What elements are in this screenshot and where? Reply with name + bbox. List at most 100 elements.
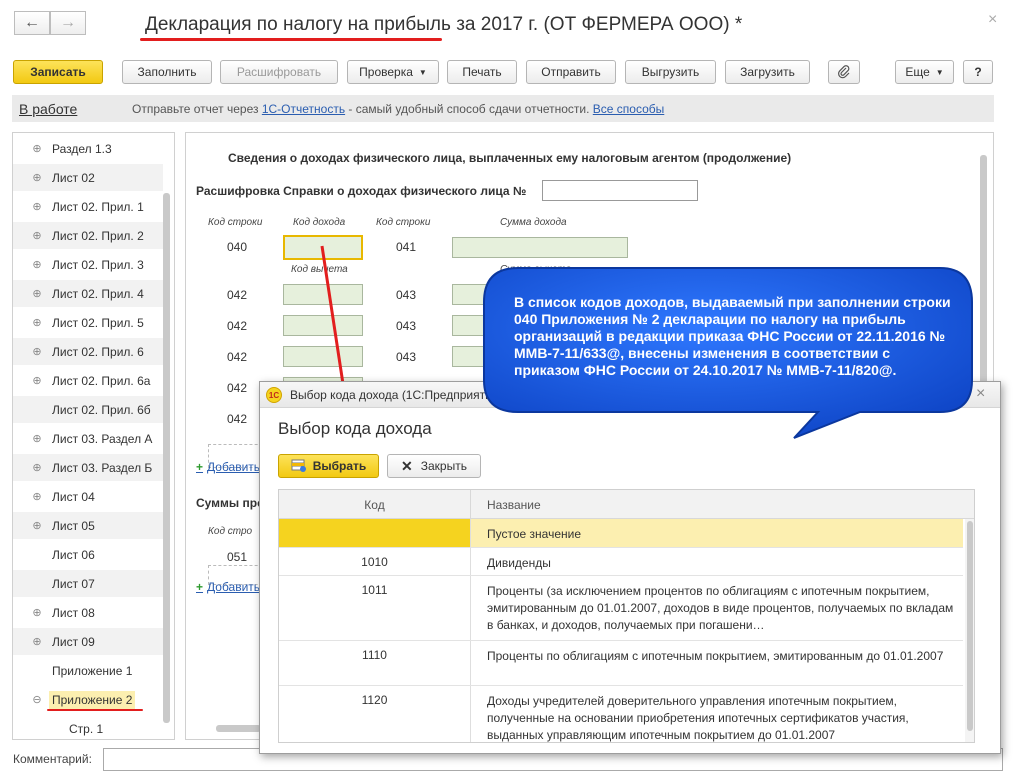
selection-underline-annotation <box>47 709 143 711</box>
sidebar-item[interactable]: ⊕ Лист 02. Прил. 6а <box>13 367 163 394</box>
forward-button[interactable]: → <box>50 11 86 35</box>
sidebar-item-label: Лист 02. Прил. 6а <box>52 373 151 388</box>
export-button[interactable]: Выгрузить <box>625 60 716 84</box>
table-row[interactable]: 1011 Проценты (за исключением процентов … <box>279 576 963 641</box>
send-button[interactable]: Отправить <box>526 60 616 84</box>
sidebar-item[interactable]: ⊕ Лист 02 <box>13 164 163 191</box>
expand-icon[interactable]: ⊕ <box>31 316 43 329</box>
expand-icon[interactable]: ⊕ <box>31 606 43 619</box>
expand-icon[interactable]: ⊕ <box>31 229 43 242</box>
deduction-code-field[interactable] <box>283 346 363 367</box>
paperclip-icon <box>838 65 850 79</box>
help-button[interactable]: ? <box>963 60 993 84</box>
form-scrollbar[interactable] <box>980 155 987 395</box>
status-link[interactable]: В работе <box>19 101 77 117</box>
expand-icon[interactable]: ⊕ <box>31 345 43 358</box>
sidebar-item-label: Лист 07 <box>52 576 95 591</box>
add-row-link[interactable]: + Добавить <box>196 460 260 474</box>
sidebar-item[interactable]: ⊕ Лист 09 <box>13 628 163 655</box>
sidebar-item[interactable]: ⊕ Лист 05 <box>13 512 163 539</box>
col-line-code-label: Код стро <box>208 526 253 537</box>
sidebar-item-label: Лист 03. Раздел Б <box>52 460 153 475</box>
line-code: 042 <box>227 381 248 395</box>
col-deduction-code-label: Код вычета <box>291 264 348 275</box>
expand-icon[interactable]: ⊕ <box>31 142 43 155</box>
sidebar-item[interactable]: ⊕ Лист 02. Прил. 1 <box>13 193 163 220</box>
table-scrollbar-thumb[interactable] <box>967 521 973 731</box>
column-header-name[interactable]: Название <box>487 498 541 512</box>
sidebar-item-label: Лист 02. Прил. 5 <box>52 315 144 330</box>
line-code: 040 <box>227 240 248 254</box>
fill-button[interactable]: Заполнить <box>122 60 212 84</box>
expand-icon[interactable]: ⊕ <box>31 490 43 503</box>
sidebar-item-label: Лист 08 <box>52 605 95 620</box>
expand-icon[interactable]: ⊕ <box>31 519 43 532</box>
line-code: 042 <box>227 288 248 302</box>
arrow-right-icon: → <box>60 14 76 31</box>
check-dropdown-button[interactable]: Проверка ▼ <box>347 60 439 84</box>
more-dropdown-button[interactable]: Еще ▼ <box>895 60 954 84</box>
deduction-code-field[interactable] <box>283 284 363 305</box>
sidebar-item[interactable]: ⊕ Лист 04 <box>13 483 163 510</box>
expand-icon[interactable]: ⊕ <box>31 374 43 387</box>
sidebar-item[interactable]: Лист 02. Прил. 6б <box>13 396 163 423</box>
column-header-code[interactable]: Код <box>279 498 470 512</box>
sidebar-item[interactable]: Стр. 1 <box>13 715 163 739</box>
select-button[interactable]: Выбрать <box>278 454 379 478</box>
dialog-heading: Выбор кода дохода <box>278 419 432 438</box>
income-code-field[interactable] <box>283 235 363 260</box>
close-icon[interactable]: × <box>988 11 997 29</box>
sidebar-item[interactable]: ⊕ Лист 02. Прил. 2 <box>13 222 163 249</box>
back-button[interactable]: ← <box>14 11 50 35</box>
sidebar-item[interactable]: ⊕ Лист 02. Прил. 3 <box>13 251 163 278</box>
print-button[interactable]: Печать <box>447 60 517 84</box>
sidebar-item[interactable]: Лист 06 <box>13 541 163 568</box>
add-row-link[interactable]: + Добавить <box>196 580 260 594</box>
table-row[interactable]: 1010 Дивиденды <box>279 548 963 576</box>
expand-icon[interactable]: ⊕ <box>31 432 43 445</box>
table-row[interactable]: Пустое значение <box>279 519 963 548</box>
code-cell: 1010 <box>361 555 388 569</box>
sidebar-item[interactable]: ⊕ Раздел 1.3 <box>13 135 163 162</box>
sidebar-item[interactable]: ⊕ Лист 02. Прил. 6 <box>13 338 163 365</box>
sidebar-item[interactable]: ⊕ Лист 08 <box>13 599 163 626</box>
reporting-link[interactable]: 1С-Отчетность <box>262 102 345 116</box>
certificate-number-field[interactable] <box>542 180 698 201</box>
sidebar-item[interactable]: Лист 07 <box>13 570 163 597</box>
sidebar-item[interactable]: ⊕ Лист 03. Раздел А <box>13 425 163 452</box>
decode-button[interactable]: Расшифровать <box>220 60 338 84</box>
sidebar-item[interactable]: ⊕ Лист 02. Прил. 5 <box>13 309 163 336</box>
sidebar-item[interactable]: ⊕ Лист 02. Прил. 4 <box>13 280 163 307</box>
collapse-icon[interactable]: ⊖ <box>31 693 43 706</box>
sidebar-item[interactable]: Приложение 1 <box>13 657 163 684</box>
deduction-code-field[interactable] <box>283 315 363 336</box>
table-scrollbar-track[interactable] <box>965 519 974 742</box>
comment-label: Комментарий: <box>13 752 92 766</box>
expand-icon[interactable]: ⊕ <box>31 258 43 271</box>
more-label: Еще <box>905 65 930 79</box>
expand-icon[interactable]: ⊕ <box>31 461 43 474</box>
close-button[interactable]: ✕ Закрыть <box>387 454 481 478</box>
col-line-code-label: Код строки <box>208 217 263 228</box>
expand-icon[interactable]: ⊕ <box>31 200 43 213</box>
table-row[interactable]: 1120 Доходы учредителей доверительного у… <box>279 686 963 742</box>
sidebar-item[interactable]: ⊕ Лист 03. Раздел Б <box>13 454 163 481</box>
income-codes-table: Код Название Пустое значение 1010 Дивиде… <box>278 489 975 743</box>
line-code: 042 <box>227 319 248 333</box>
decode-label: Расшифровка Справки о доходах физическог… <box>196 184 527 198</box>
table-row[interactable]: 1110 Проценты по облигациям с ипотечным … <box>279 641 963 686</box>
expand-icon[interactable]: ⊕ <box>31 287 43 300</box>
close-icon[interactable]: × <box>976 385 985 403</box>
info-text-after: - самый удобный способ сдачи отчетности. <box>345 102 593 116</box>
import-button[interactable]: Загрузить <box>725 60 810 84</box>
form-hscrollbar[interactable] <box>216 725 261 732</box>
plus-icon: + <box>196 580 204 594</box>
income-sum-field[interactable] <box>452 237 628 258</box>
all-methods-link[interactable]: Все способы <box>593 102 665 116</box>
expand-icon[interactable]: ⊕ <box>31 171 43 184</box>
sidebar-scrollbar[interactable] <box>163 193 170 723</box>
expand-icon[interactable]: ⊕ <box>31 635 43 648</box>
save-button[interactable]: Записать <box>13 60 103 84</box>
code-cell <box>279 519 470 547</box>
attachment-button[interactable] <box>828 60 860 84</box>
